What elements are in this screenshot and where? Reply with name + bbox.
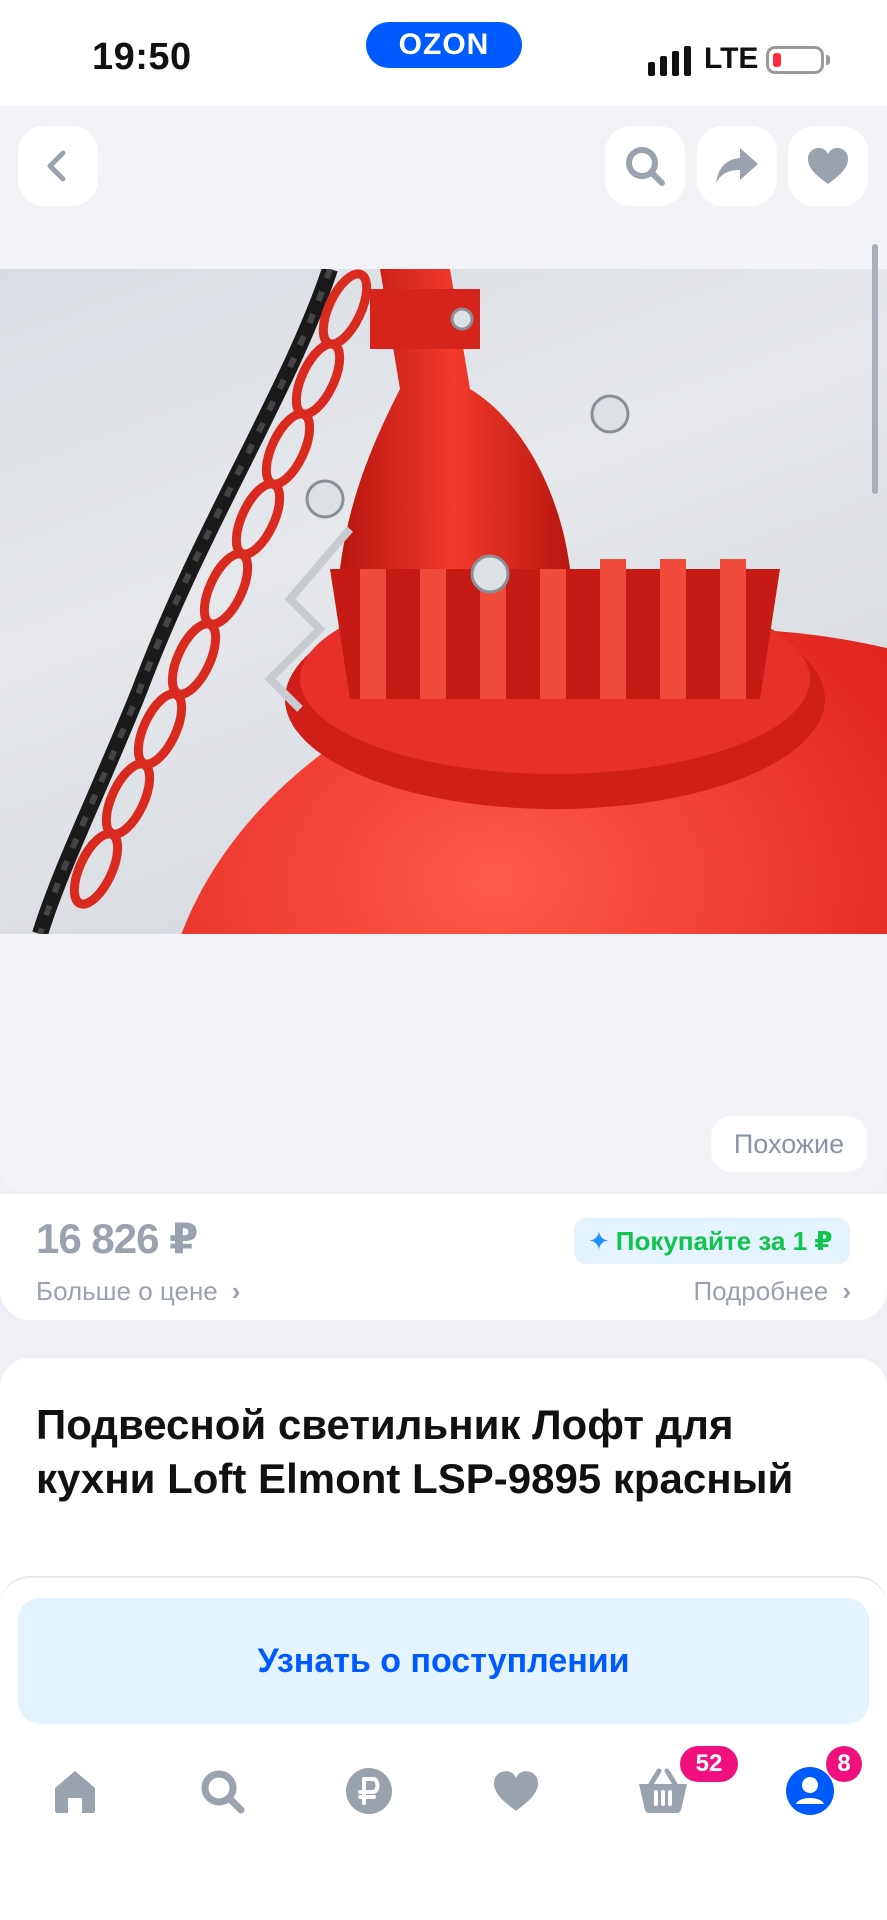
battery-tip [826,55,830,65]
ozon-logo: OZON [366,22,522,68]
promo-label: Покупайте за 1 ₽ [615,1226,833,1256]
bottom-action-sheet: Узнать о поступлении 52 8 [0,1576,887,1920]
network-label: LTE [704,42,759,75]
chevron-left-icon [47,150,66,182]
status-bar: 19:50 OZON LTE [0,0,887,106]
tab-finance[interactable] [334,1756,404,1826]
back-button[interactable] [18,126,98,206]
search-button[interactable] [605,126,685,206]
search-icon [626,147,665,186]
product-title: Подвесной светильник Лофт для кухни Loft… [36,1401,794,1502]
promo-badge[interactable]: ✦ Покупайте за 1 ₽ [574,1218,850,1264]
signal-icon [648,46,691,76]
tab-search[interactable] [187,1756,257,1826]
favorite-button[interactable] [788,126,868,206]
basket-icon [639,1768,687,1813]
tab-bar: 52 8 [0,1746,887,1846]
similar-button[interactable]: Похожие [711,1116,867,1172]
heart-icon [494,1771,538,1811]
sparkle-icon: ✦ [588,1226,610,1256]
battery-icon [766,46,824,74]
profile-icon [786,1767,834,1815]
tab-favorites[interactable] [481,1756,551,1826]
product-photo[interactable] [0,269,887,934]
heart-icon [808,148,848,184]
lamp-image [32,269,887,934]
chevron-right-icon: › [842,1276,851,1306]
tab-home[interactable] [40,1756,110,1826]
status-time: 19:50 [92,36,192,78]
price-value: 16 826 ₽ [36,1215,198,1262]
price-more-link[interactable]: Больше о цене › [36,1276,240,1307]
share-arrow-icon [716,148,758,183]
product-gallery[interactable]: Похожие [0,106,887,1192]
home-icon [55,1771,95,1813]
chevron-right-icon: › [231,1276,241,1306]
price-more-label: Больше о цене [36,1276,218,1306]
details-link[interactable]: Подробнее › [693,1276,851,1307]
share-button[interactable] [697,126,777,206]
ruble-icon [346,1768,392,1814]
price-card: 16 826 ₽ Больше о цене › ✦ Покупайте за 1 … [0,1194,887,1320]
search-icon [201,1770,245,1814]
profile-badge: 8 [826,1746,862,1782]
notify-button[interactable]: Узнать о поступлении [18,1598,869,1724]
scroll-indicator [872,244,878,494]
product-page: 19:50 OZON LTE Похожие 16 826 ₽ Больше о… [0,0,887,1920]
cart-badge: 52 [680,1746,738,1782]
details-label: Подробнее [693,1276,829,1306]
